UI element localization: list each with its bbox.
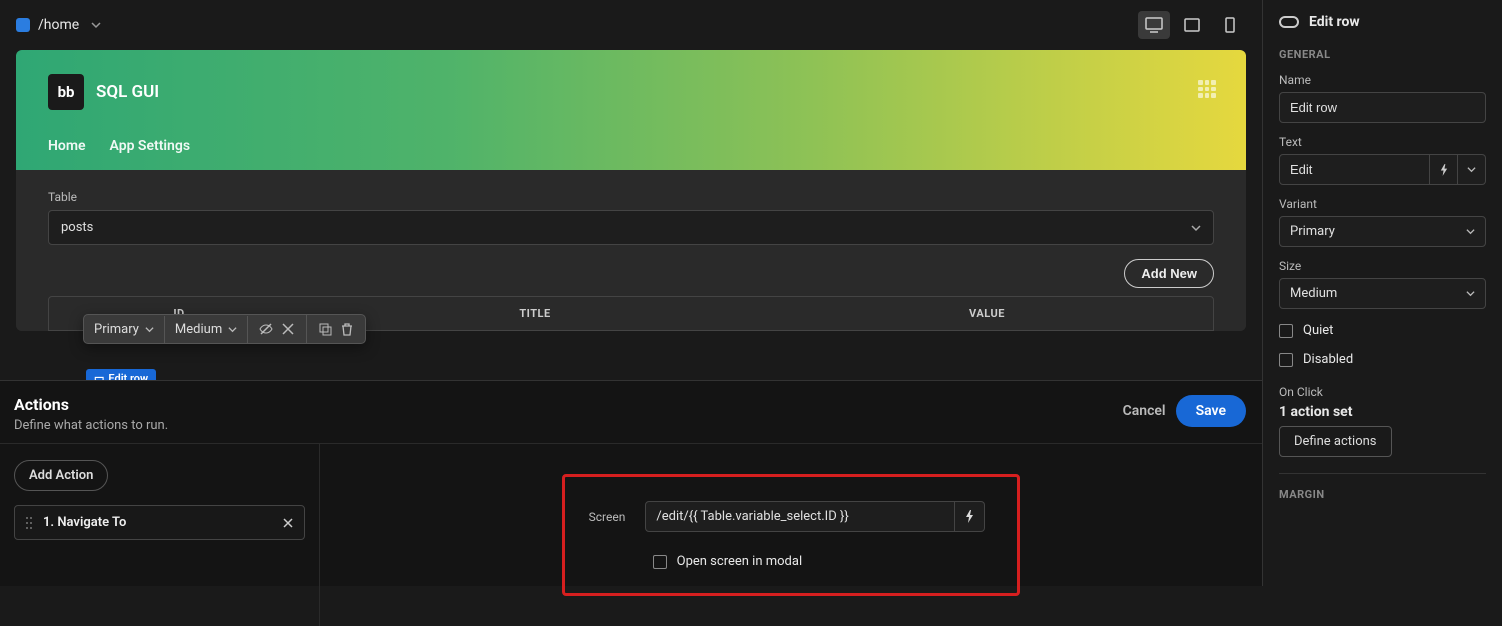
quiet-checkbox[interactable] (1279, 324, 1293, 338)
app-header: bb SQL GUI Home App Settings (16, 50, 1246, 170)
action-step-label: 1. Navigate To (43, 515, 126, 530)
section-general: GENERAL (1279, 48, 1486, 61)
screen-input[interactable]: /edit/{{ Table.variable_select.ID }} (645, 501, 955, 532)
button-type-icon (1279, 16, 1299, 28)
disabled-checkbox[interactable] (1279, 353, 1293, 367)
toolbar-variant-select[interactable]: Primary (84, 316, 165, 343)
section-margin: MARGIN (1279, 488, 1486, 501)
cancel-button[interactable]: Cancel (1123, 403, 1166, 419)
actions-drawer: Actions Define what actions to run. Canc… (0, 380, 1262, 586)
breadcrumb[interactable]: /home (38, 17, 79, 33)
text-bolt-button[interactable] (1430, 154, 1458, 185)
component-toolbar[interactable]: Primary Medium (83, 314, 366, 344)
device-tablet-button[interactable] (1176, 11, 1208, 39)
selected-component-name: Edit row (1309, 14, 1360, 30)
text-label: Text (1279, 135, 1486, 149)
text-input[interactable] (1279, 154, 1430, 185)
name-input[interactable] (1279, 92, 1486, 123)
toolbar-size-select[interactable]: Medium (165, 316, 248, 343)
onclick-value: 1 action set (1279, 404, 1486, 420)
close-icon[interactable] (282, 517, 294, 529)
define-actions-button[interactable]: Define actions (1279, 426, 1392, 457)
screen-config-highlight: Screen /edit/{{ Table.variable_select.ID… (562, 474, 1021, 596)
quiet-label: Quiet (1303, 323, 1333, 338)
text-chevron-button[interactable] (1458, 154, 1486, 185)
settings-off-icon[interactable] (280, 321, 296, 337)
open-modal-label: Open screen in modal (677, 554, 802, 569)
table-select[interactable]: posts (48, 210, 1214, 245)
disabled-label: Disabled (1303, 352, 1353, 367)
actions-title: Actions (14, 395, 168, 414)
drag-handle-icon[interactable] (25, 516, 33, 530)
nav-home[interactable]: Home (48, 138, 86, 154)
chevron-down-icon[interactable] (91, 20, 101, 30)
screen-label: Screen (589, 510, 626, 524)
duplicate-icon[interactable] (317, 321, 333, 337)
preview-canvas: bb SQL GUI Home App Settings Table posts (16, 50, 1246, 331)
app-title: SQL GUI (96, 82, 159, 102)
action-step[interactable]: 1. Navigate To (14, 505, 305, 540)
table-label: Table (48, 190, 1214, 204)
app-logo-icon: bb (48, 74, 84, 110)
binding-bolt-button[interactable] (955, 501, 985, 532)
screen-indicator-icon (16, 18, 30, 32)
add-action-button[interactable]: Add Action (14, 460, 108, 491)
device-desktop-button[interactable] (1138, 11, 1170, 39)
trash-icon[interactable] (339, 321, 355, 337)
add-new-button[interactable]: Add New (1124, 259, 1214, 288)
column-title[interactable]: TITLE (309, 297, 761, 330)
table-select-value: posts (61, 220, 93, 235)
onclick-label: On Click (1279, 385, 1486, 399)
properties-panel: Edit row GENERAL Name Text Variant Prima… (1262, 0, 1502, 586)
chevron-down-icon (1191, 223, 1201, 233)
save-button[interactable]: Save (1176, 395, 1246, 427)
nav-app-settings[interactable]: App Settings (110, 138, 191, 154)
topbar: /home (0, 0, 1262, 50)
variant-label: Variant (1279, 197, 1486, 211)
device-mobile-button[interactable] (1214, 11, 1246, 39)
actions-subtitle: Define what actions to run. (14, 418, 168, 433)
apps-grid-icon[interactable] (1198, 80, 1216, 98)
name-label: Name (1279, 73, 1486, 87)
size-label: Size (1279, 259, 1486, 273)
visibility-off-icon[interactable] (258, 321, 274, 337)
size-select[interactable]: Medium (1279, 278, 1486, 309)
variant-select[interactable]: Primary (1279, 216, 1486, 247)
column-value[interactable]: VALUE (761, 297, 1213, 330)
open-modal-checkbox[interactable] (653, 555, 667, 569)
